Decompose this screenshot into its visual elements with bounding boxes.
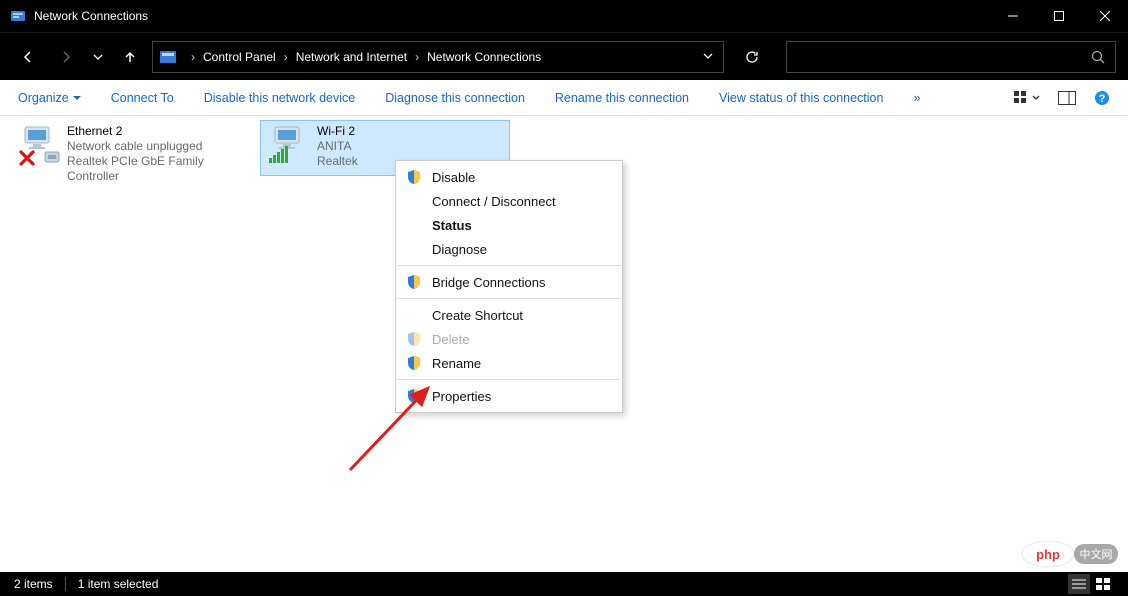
breadcrumb-item[interactable]: Network and Internet <box>294 42 409 72</box>
view-status-button[interactable]: View status of this connection <box>719 91 883 105</box>
status-bar: 2 items 1 item selected <box>0 572 1128 596</box>
organize-menu[interactable]: Organize <box>18 91 81 105</box>
details-view-button[interactable] <box>1068 574 1090 594</box>
menu-item-connect-disconnect[interactable]: Connect / Disconnect <box>396 189 622 213</box>
menu-item-diagnose[interactable]: Diagnose <box>396 237 622 261</box>
wifi-icon <box>265 124 313 166</box>
recent-locations-button[interactable] <box>88 41 108 73</box>
shield-icon <box>406 274 422 290</box>
chevron-down-icon[interactable] <box>703 50 713 64</box>
context-menu: Disable Connect / Disconnect Status Diag… <box>395 160 623 413</box>
disable-device-button[interactable]: Disable this network device <box>204 91 355 105</box>
menu-item-rename[interactable]: Rename <box>396 351 622 375</box>
menu-item-delete: Delete <box>396 327 622 351</box>
location-icon <box>159 48 177 66</box>
menu-item-bridge[interactable]: Bridge Connections <box>396 270 622 294</box>
search-input[interactable] <box>786 41 1116 73</box>
chevron-right-icon[interactable]: › <box>284 50 288 64</box>
refresh-button[interactable] <box>734 41 770 73</box>
back-button[interactable] <box>12 41 44 73</box>
forward-button[interactable] <box>50 41 82 73</box>
menu-separator <box>397 265 621 266</box>
view-options-button[interactable] <box>1014 91 1040 105</box>
overflow-button[interactable]: » <box>913 91 920 105</box>
command-bar: Organize Connect To Disable this network… <box>0 80 1128 116</box>
menu-item-create-shortcut[interactable]: Create Shortcut <box>396 303 622 327</box>
tiles-view-button[interactable] <box>1092 574 1114 594</box>
watermark: php 中文网 <box>1020 539 1120 574</box>
search-icon <box>1091 50 1105 64</box>
nav-bar: › Control Panel › Network and Internet ›… <box>0 32 1128 80</box>
rename-button[interactable]: Rename this connection <box>555 91 689 105</box>
shield-icon <box>406 331 422 347</box>
help-button[interactable]: ? <box>1094 90 1110 106</box>
status-items-count: 2 items <box>14 577 53 591</box>
menu-item-status[interactable]: Status <box>396 213 622 237</box>
svg-text:?: ? <box>1099 93 1106 105</box>
menu-separator <box>397 298 621 299</box>
connection-status: ANITA <box>317 139 358 154</box>
ethernet-icon <box>15 124 63 166</box>
breadcrumb-item[interactable]: Network Connections <box>425 42 543 72</box>
address-bar[interactable]: › Control Panel › Network and Internet ›… <box>152 41 724 73</box>
menu-item-disable[interactable]: Disable <box>396 165 622 189</box>
connection-name: Wi-Fi 2 <box>317 124 358 139</box>
svg-text:中文网: 中文网 <box>1080 547 1113 561</box>
status-selected-count: 1 item selected <box>78 577 159 591</box>
chevron-right-icon[interactable]: › <box>415 50 419 64</box>
app-icon <box>10 8 26 24</box>
connection-device: Realtek PCIe GbE Family Controller <box>67 154 255 184</box>
minimize-button[interactable] <box>990 0 1036 32</box>
connection-status: Network cable unplugged <box>67 139 255 154</box>
connection-item-ethernet[interactable]: Ethernet 2 Network cable unplugged Realt… <box>10 120 260 191</box>
title-bar: Network Connections <box>0 0 1128 32</box>
connect-to-button[interactable]: Connect To <box>111 91 174 105</box>
shield-icon <box>406 355 422 371</box>
menu-item-properties[interactable]: Properties <box>396 384 622 408</box>
connection-device: Realtek <box>317 154 358 169</box>
shield-icon <box>406 169 422 185</box>
svg-text:php: php <box>1036 547 1060 562</box>
status-separator <box>65 577 66 591</box>
up-button[interactable] <box>114 41 146 73</box>
shield-icon <box>406 388 422 404</box>
preview-pane-button[interactable] <box>1058 91 1076 105</box>
chevron-right-icon[interactable]: › <box>191 50 195 64</box>
close-button[interactable] <box>1082 0 1128 32</box>
menu-separator <box>397 379 621 380</box>
breadcrumb-item[interactable]: Control Panel <box>201 42 278 72</box>
maximize-button[interactable] <box>1036 0 1082 32</box>
diagnose-button[interactable]: Diagnose this connection <box>385 91 525 105</box>
window-title: Network Connections <box>34 9 990 23</box>
connection-name: Ethernet 2 <box>67 124 255 139</box>
